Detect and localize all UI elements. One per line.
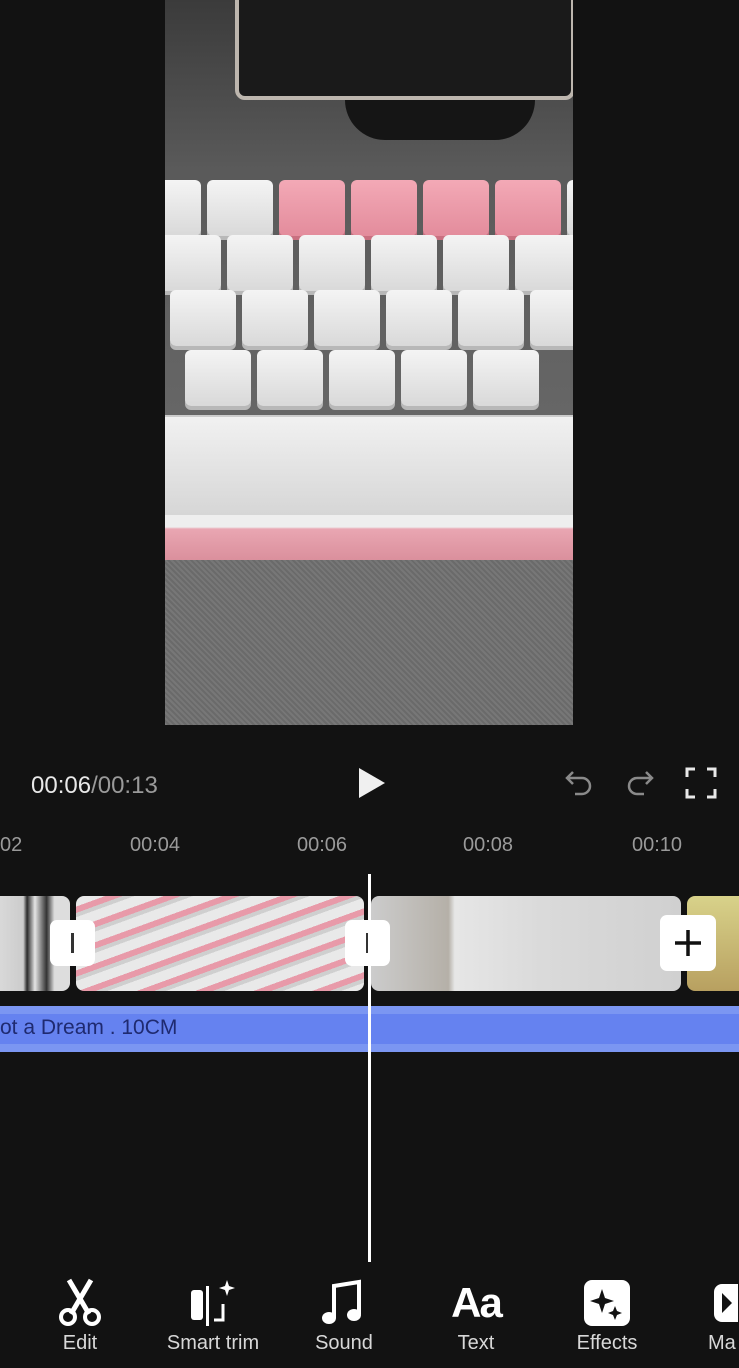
preview-carpet-image (165, 560, 573, 725)
bottom-toolbar: Edit Smart trim Sound Aa Text Effects Ma (0, 1278, 739, 1368)
time-separator: / (91, 772, 98, 799)
tick-label: 00:06 (297, 834, 348, 856)
tick-label: 00:08 (463, 834, 514, 856)
tool-smart-trim[interactable]: Smart trim (153, 1278, 273, 1355)
preview-keyboard-image (165, 180, 573, 565)
tool-effects[interactable]: Effects (547, 1278, 667, 1355)
tool-text[interactable]: Aa Text (416, 1278, 536, 1355)
play-box-icon (714, 1284, 738, 1322)
audio-track-title: ot a Dream . 10CM (0, 1016, 178, 1039)
tool-label: Ma (708, 1332, 736, 1354)
undo-icon[interactable] (563, 766, 595, 798)
current-time: 00:06 (31, 772, 92, 799)
video-clip-3[interactable] (371, 896, 681, 991)
redo-icon[interactable] (624, 766, 656, 798)
plus-icon (675, 930, 701, 956)
tick-label: 02 (0, 834, 23, 856)
tool-more[interactable]: Ma (680, 1278, 739, 1355)
play-button[interactable] (356, 765, 388, 801)
scissors-icon (59, 1278, 101, 1326)
tool-label: Sound (315, 1332, 373, 1354)
tool-label: Effects (576, 1332, 638, 1354)
video-clip-2[interactable] (76, 896, 364, 991)
tool-edit[interactable]: Edit (20, 1278, 140, 1355)
add-clip-button[interactable] (660, 915, 716, 971)
transition-handle[interactable] (50, 920, 95, 966)
smart-trim-icon (191, 1280, 235, 1326)
preview-stand-image (345, 100, 535, 140)
music-note-icon (322, 1279, 361, 1324)
playhead[interactable] (368, 874, 371, 1262)
text-aa-icon: Aa (451, 1279, 503, 1326)
video-preview[interactable] (165, 0, 573, 725)
total-time: 00:13 (97, 772, 158, 799)
tool-label: Text (457, 1332, 495, 1354)
tool-label: Edit (62, 1332, 98, 1354)
tool-sound[interactable]: Sound (284, 1278, 404, 1355)
sparkle-icon (584, 1280, 630, 1326)
tick-label: 00:10 (632, 834, 683, 856)
fullscreen-icon[interactable] (685, 767, 717, 799)
time-display: 00:06/00:13 (31, 772, 158, 800)
tool-label: Smart trim (166, 1332, 260, 1354)
preview-monitor-image (235, 0, 573, 100)
tick-label: 00:04 (130, 834, 181, 856)
